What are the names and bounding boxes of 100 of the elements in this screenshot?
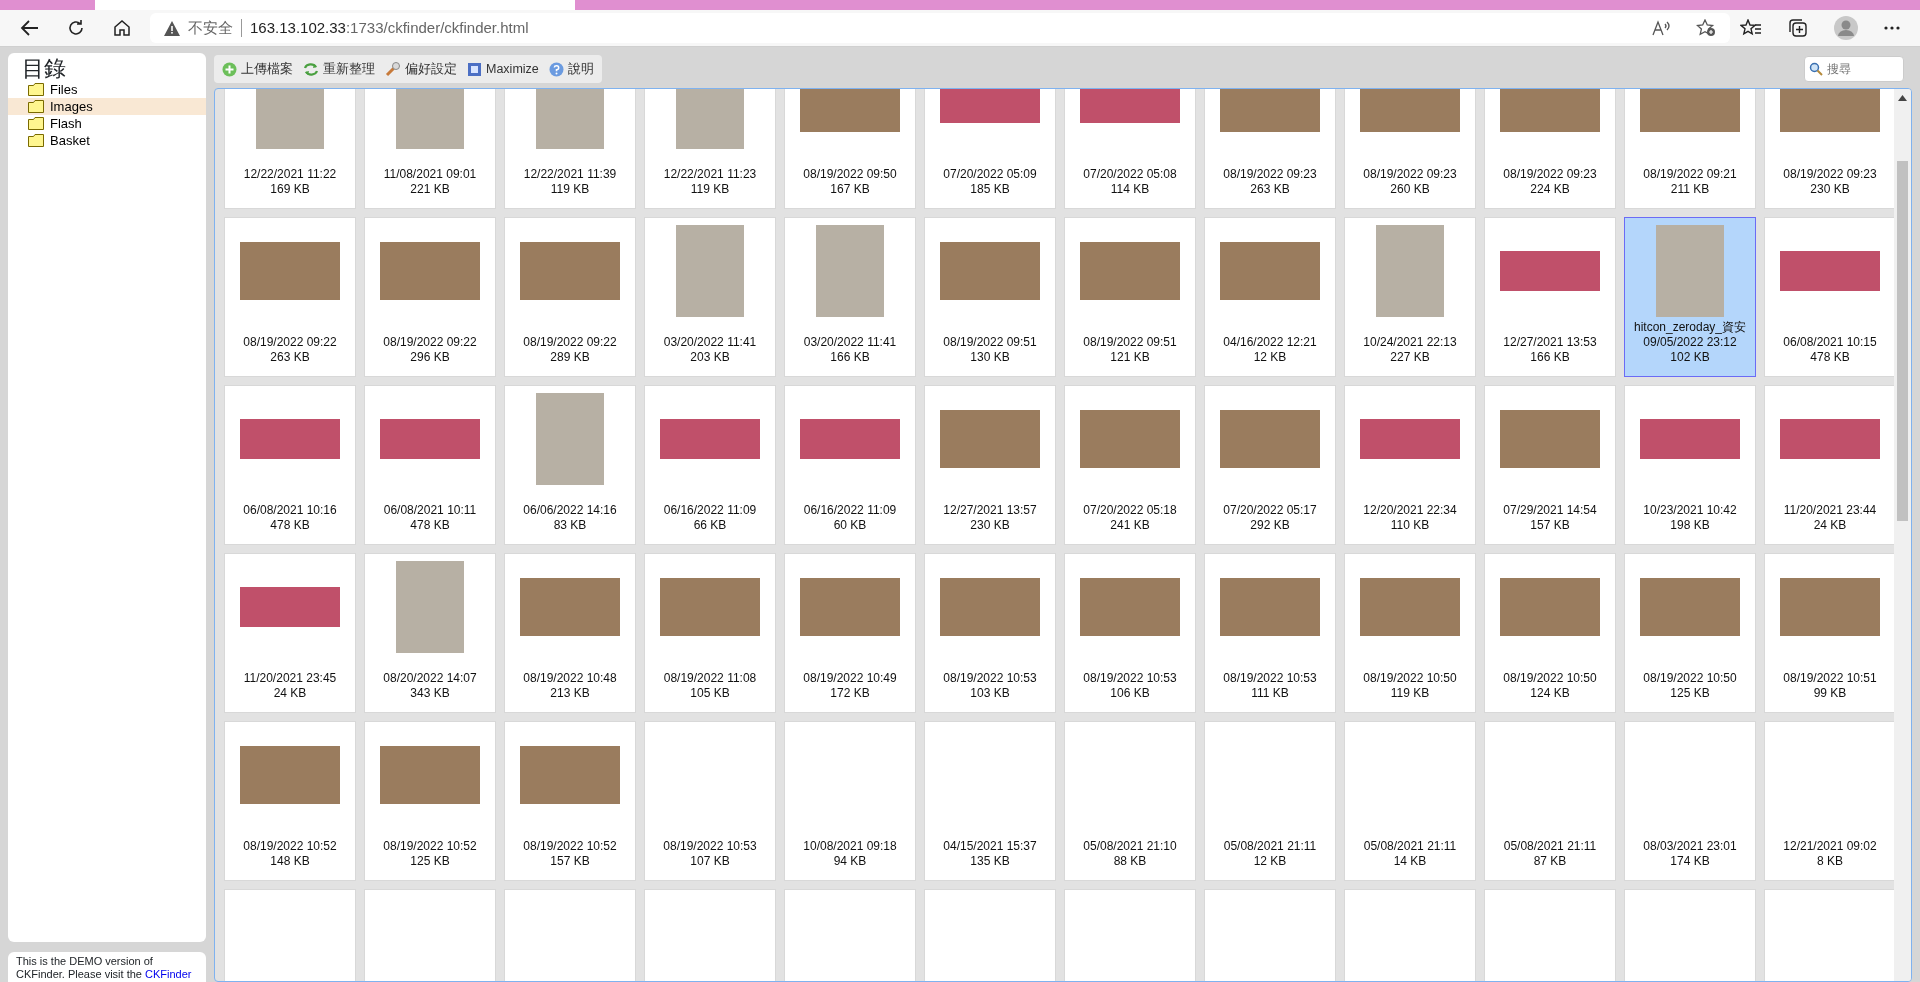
file-tile[interactable]: 07/20/2022 05:08 114 KB bbox=[1064, 89, 1196, 209]
file-size: 148 KB bbox=[270, 854, 310, 869]
file-date: 08/20/2022 14:07 bbox=[383, 671, 477, 686]
star-plus-icon[interactable] bbox=[1696, 19, 1716, 37]
file-tile[interactable]: 08/19/2022 10:53 111 KB bbox=[1204, 553, 1336, 713]
toolbar-button[interactable]: 上傳檔案 bbox=[218, 56, 297, 82]
file-tile[interactable]: 08/03/2021 23:01 174 KB bbox=[1624, 721, 1756, 881]
file-tile[interactable]: 12/22/2021 11:22 169 KB bbox=[224, 89, 356, 209]
folder-item[interactable]: Files bbox=[8, 81, 206, 99]
file-tile[interactable]: 11/20/2021 23:44 24 KB bbox=[1764, 385, 1894, 545]
file-date: 08/19/2022 10:50 bbox=[1503, 671, 1597, 686]
file-date: 12/27/2021 13:53 bbox=[1503, 335, 1597, 350]
file-tile[interactable]: 06/08/2021 10:16 478 KB bbox=[224, 385, 356, 545]
file-tile[interactable]: 08/19/2022 10:52 148 KB bbox=[224, 721, 356, 881]
file-tile[interactable]: hitcon_zeroday_資安 09/05/2022 23:12 102 KB bbox=[1624, 217, 1756, 377]
scrollbar[interactable] bbox=[1894, 89, 1911, 981]
file-tile[interactable]: 08/19/2022 10:48 213 KB bbox=[504, 553, 636, 713]
file-tile[interactable]: 08/19/2022 10:50 124 KB bbox=[1484, 553, 1616, 713]
file-date: 08/19/2022 11:08 bbox=[663, 671, 757, 686]
more-menu-icon[interactable] bbox=[1884, 26, 1900, 30]
file-date: 08/19/2022 10:48 bbox=[523, 671, 617, 686]
file-tile[interactable]: 05/08/2021 21:11 87 KB bbox=[1484, 721, 1616, 881]
file-tile[interactable]: 06/08/2021 10:15 478 KB bbox=[1764, 217, 1894, 377]
file-tile[interactable]: 08/19/2022 09:51 121 KB bbox=[1064, 217, 1196, 377]
file-tile[interactable]: 08/19/2022 10:52 157 KB bbox=[504, 721, 636, 881]
file-size: 14 KB bbox=[1393, 854, 1427, 869]
file-tile[interactable]: 12/22/2021 11:39 119 KB bbox=[504, 89, 636, 209]
toolbar-button[interactable]: Maximize bbox=[463, 56, 543, 82]
file-tile[interactable]: 06/16/2022 11:09 60 KB bbox=[784, 385, 916, 545]
file-tile[interactable]: 08/19/2022 09:50 167 KB bbox=[784, 89, 916, 209]
file-tile[interactable]: 10/08/2021 09:18 94 KB bbox=[784, 721, 916, 881]
file-tile[interactable]: 08/19/2022 09:22 289 KB bbox=[504, 217, 636, 377]
file-tile[interactable]: 08/19/2022 09:51 130 KB bbox=[924, 217, 1056, 377]
file-tile[interactable]: 12/21/2021 09:02 8 KB bbox=[1764, 721, 1894, 881]
file-tile[interactable]: 07/20/2022 05:17 292 KB bbox=[1204, 385, 1336, 545]
file-tile[interactable]: 04/15/2021 15:37 135 KB bbox=[924, 721, 1056, 881]
collections-icon[interactable] bbox=[1788, 18, 1808, 38]
profile-avatar-icon[interactable] bbox=[1834, 16, 1858, 40]
file-tile[interactable]: 08/19/2022 10:52 125 KB bbox=[364, 721, 496, 881]
file-tile[interactable]: 06/16/2022 11:09 66 KB bbox=[644, 385, 776, 545]
ckfinder-link[interactable]: CKFinder bbox=[145, 968, 192, 980]
toolbar-button[interactable]: 偏好設定 bbox=[381, 56, 461, 82]
file-tile[interactable]: 08/19/2022 09:23 260 KB bbox=[1344, 89, 1476, 209]
file-date: 12/27/2021 13:57 bbox=[943, 503, 1037, 518]
file-size: 230 KB bbox=[970, 518, 1010, 533]
file-date: 06/08/2021 10:15 bbox=[1783, 335, 1877, 350]
file-tile[interactable]: 07/20/2022 05:09 185 KB bbox=[924, 89, 1056, 209]
file-tile[interactable]: 08/19/2022 09:23 230 KB bbox=[1764, 89, 1894, 209]
file-tile[interactable]: 11/08/2021 09:01 221 KB bbox=[364, 89, 496, 209]
file-tile[interactable]: 06/08/2021 10:11 478 KB bbox=[364, 385, 496, 545]
search-field[interactable]: 搜尋 bbox=[1804, 56, 1904, 82]
refresh-icon bbox=[67, 19, 85, 37]
file-size: 478 KB bbox=[1810, 350, 1850, 365]
file-tile[interactable]: 12/27/2021 13:57 230 KB bbox=[924, 385, 1056, 545]
folder-item[interactable]: Images bbox=[8, 98, 206, 116]
file-date: 08/19/2022 10:53 bbox=[943, 671, 1037, 686]
file-tile[interactable]: 08/19/2022 11:08 105 KB bbox=[644, 553, 776, 713]
file-size: 135 KB bbox=[970, 854, 1010, 869]
file-tile[interactable]: 08/19/2022 09:23 224 KB bbox=[1484, 89, 1616, 209]
file-tile[interactable]: 08/19/2022 09:22 263 KB bbox=[224, 217, 356, 377]
file-tile[interactable]: 08/19/2022 09:22 296 KB bbox=[364, 217, 496, 377]
file-date: 08/19/2022 09:51 bbox=[943, 335, 1037, 350]
file-tile[interactable]: 05/08/2021 21:10 88 KB bbox=[1064, 721, 1196, 881]
file-tile[interactable]: 03/20/2022 11:41 166 KB bbox=[784, 217, 916, 377]
file-tile[interactable]: 08/19/2022 10:50 119 KB bbox=[1344, 553, 1476, 713]
file-size: 296 KB bbox=[410, 350, 450, 365]
file-tile[interactable]: 11/20/2021 23:45 24 KB bbox=[224, 553, 356, 713]
file-tile[interactable]: 12/27/2021 13:53 166 KB bbox=[1484, 217, 1616, 377]
file-tile[interactable]: 07/20/2022 05:18 241 KB bbox=[1064, 385, 1196, 545]
file-tile[interactable]: 08/19/2022 10:53 107 KB bbox=[644, 721, 776, 881]
file-date: 08/19/2022 09:21 bbox=[1643, 167, 1737, 182]
file-tile[interactable]: 06/06/2022 14:16 83 KB bbox=[504, 385, 636, 545]
toolbar-button[interactable]: 說明 bbox=[544, 56, 598, 82]
toolbar-button[interactable]: 重新整理 bbox=[299, 56, 379, 82]
file-tile[interactable]: 08/19/2022 09:21 211 KB bbox=[1624, 89, 1756, 209]
browser-tab[interactable] bbox=[575, 0, 1920, 10]
home-icon bbox=[113, 19, 131, 37]
file-tile[interactable]: 08/19/2022 09:23 263 KB bbox=[1204, 89, 1336, 209]
file-tile[interactable]: 08/19/2022 10:53 106 KB bbox=[1064, 553, 1196, 713]
file-tile[interactable]: 08/19/2022 10:49 172 KB bbox=[784, 553, 916, 713]
file-tile[interactable]: 12/20/2021 22:34 110 KB bbox=[1344, 385, 1476, 545]
folder-item[interactable]: Flash bbox=[8, 115, 206, 133]
folder-item[interactable]: Basket bbox=[8, 132, 206, 150]
read-aloud-icon[interactable] bbox=[1652, 20, 1672, 36]
file-tile[interactable]: 04/16/2022 12:21 12 KB bbox=[1204, 217, 1336, 377]
file-tile[interactable]: 08/19/2022 10:50 125 KB bbox=[1624, 553, 1756, 713]
file-tile[interactable]: 08/20/2022 14:07 343 KB bbox=[364, 553, 496, 713]
file-tile[interactable]: 05/08/2021 21:11 14 KB bbox=[1344, 721, 1476, 881]
file-tile[interactable]: 07/29/2021 14:54 157 KB bbox=[1484, 385, 1616, 545]
scroll-up-icon[interactable] bbox=[1898, 95, 1907, 101]
file-date: 11/08/2021 09:01 bbox=[383, 167, 477, 182]
favorites-icon[interactable] bbox=[1740, 19, 1762, 37]
file-tile[interactable]: 10/24/2021 22:13 227 KB bbox=[1344, 217, 1476, 377]
address-bar[interactable]: 不安全 163.13.102.33:1733/ckfinder/ckfinder.html bbox=[150, 13, 1730, 43]
file-tile[interactable]: 12/22/2021 11:23 119 KB bbox=[644, 89, 776, 209]
file-tile[interactable]: 08/19/2022 10:53 103 KB bbox=[924, 553, 1056, 713]
file-tile[interactable]: 03/20/2022 11:41 203 KB bbox=[644, 217, 776, 377]
file-tile[interactable]: 10/23/2021 10:42 198 KB bbox=[1624, 385, 1756, 545]
file-tile[interactable]: 05/08/2021 21:11 12 KB bbox=[1204, 721, 1336, 881]
file-tile[interactable]: 08/19/2022 10:51 99 KB bbox=[1764, 553, 1894, 713]
